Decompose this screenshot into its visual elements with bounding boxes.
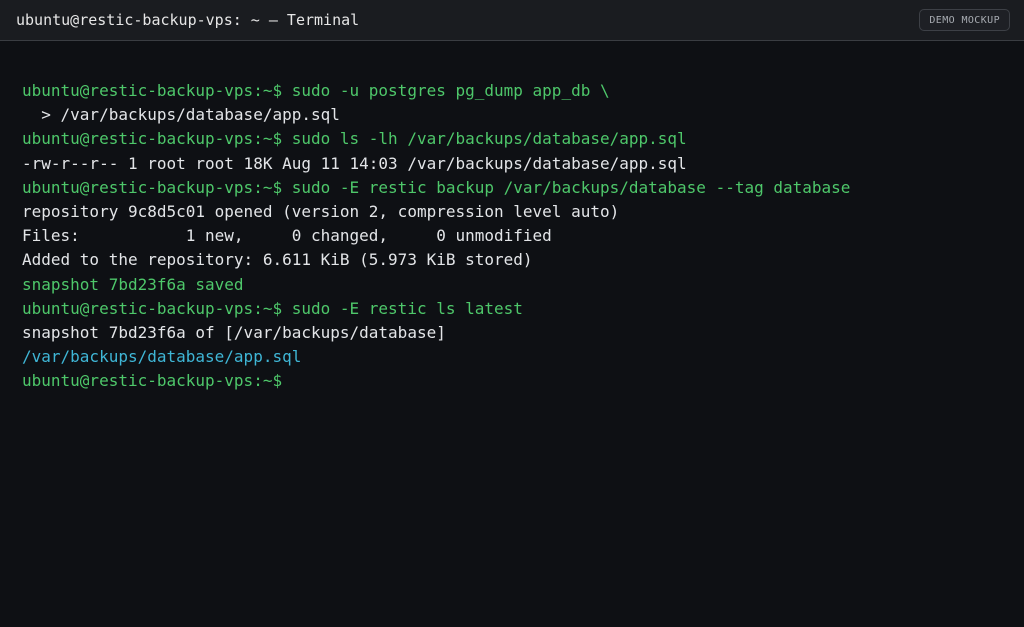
window-title: ubuntu@restic-backup-vps: ~ — Terminal bbox=[16, 11, 360, 29]
terminal-line-output: -rw-r--r-- 1 root root 18K Aug 11 14:03 … bbox=[22, 153, 687, 173]
terminal-window: ubuntu@restic-backup-vps: ~ — Terminal D… bbox=[0, 0, 1024, 627]
terminal-line-output: Files: 1 new, 0 changed, 0 unmodified bbox=[22, 226, 552, 246]
terminal-line-continuation: > /var/backups/database/app.sql bbox=[22, 105, 340, 125]
terminal-line-prompt: ubuntu@restic-backup-vps:~$ sudo -E rest… bbox=[22, 298, 523, 318]
terminal-line-output: repository 9c8d5c01 opened (version 2, c… bbox=[22, 201, 620, 221]
terminal-line-current-prompt[interactable]: ubuntu@restic-backup-vps:~$ bbox=[22, 369, 1014, 393]
terminal-line-output: snapshot 7bd23f6a of [/var/backups/datab… bbox=[22, 322, 446, 342]
title-bar: ubuntu@restic-backup-vps: ~ — Terminal D… bbox=[0, 0, 1024, 41]
terminal-line-prompt: ubuntu@restic-backup-vps:~$ sudo -u post… bbox=[22, 81, 610, 100]
terminal-line-prompt: ubuntu@restic-backup-vps:~$ sudo ls -lh … bbox=[22, 129, 687, 149]
terminal-output[interactable]: ubuntu@restic-backup-vps:~$ sudo -u post… bbox=[22, 79, 1014, 393]
terminal-line-snapshot-saved: snapshot 7bd23f6a saved bbox=[22, 274, 244, 294]
terminal-line-output: Added to the repository: 6.611 KiB (5.97… bbox=[22, 250, 533, 270]
terminal-line-prompt: ubuntu@restic-backup-vps:~$ sudo -E rest… bbox=[22, 177, 851, 197]
demo-mockup-badge: DEMO MOCKUP bbox=[919, 9, 1010, 31]
terminal-line-file-path: /var/backups/database/app.sql bbox=[22, 347, 302, 367]
